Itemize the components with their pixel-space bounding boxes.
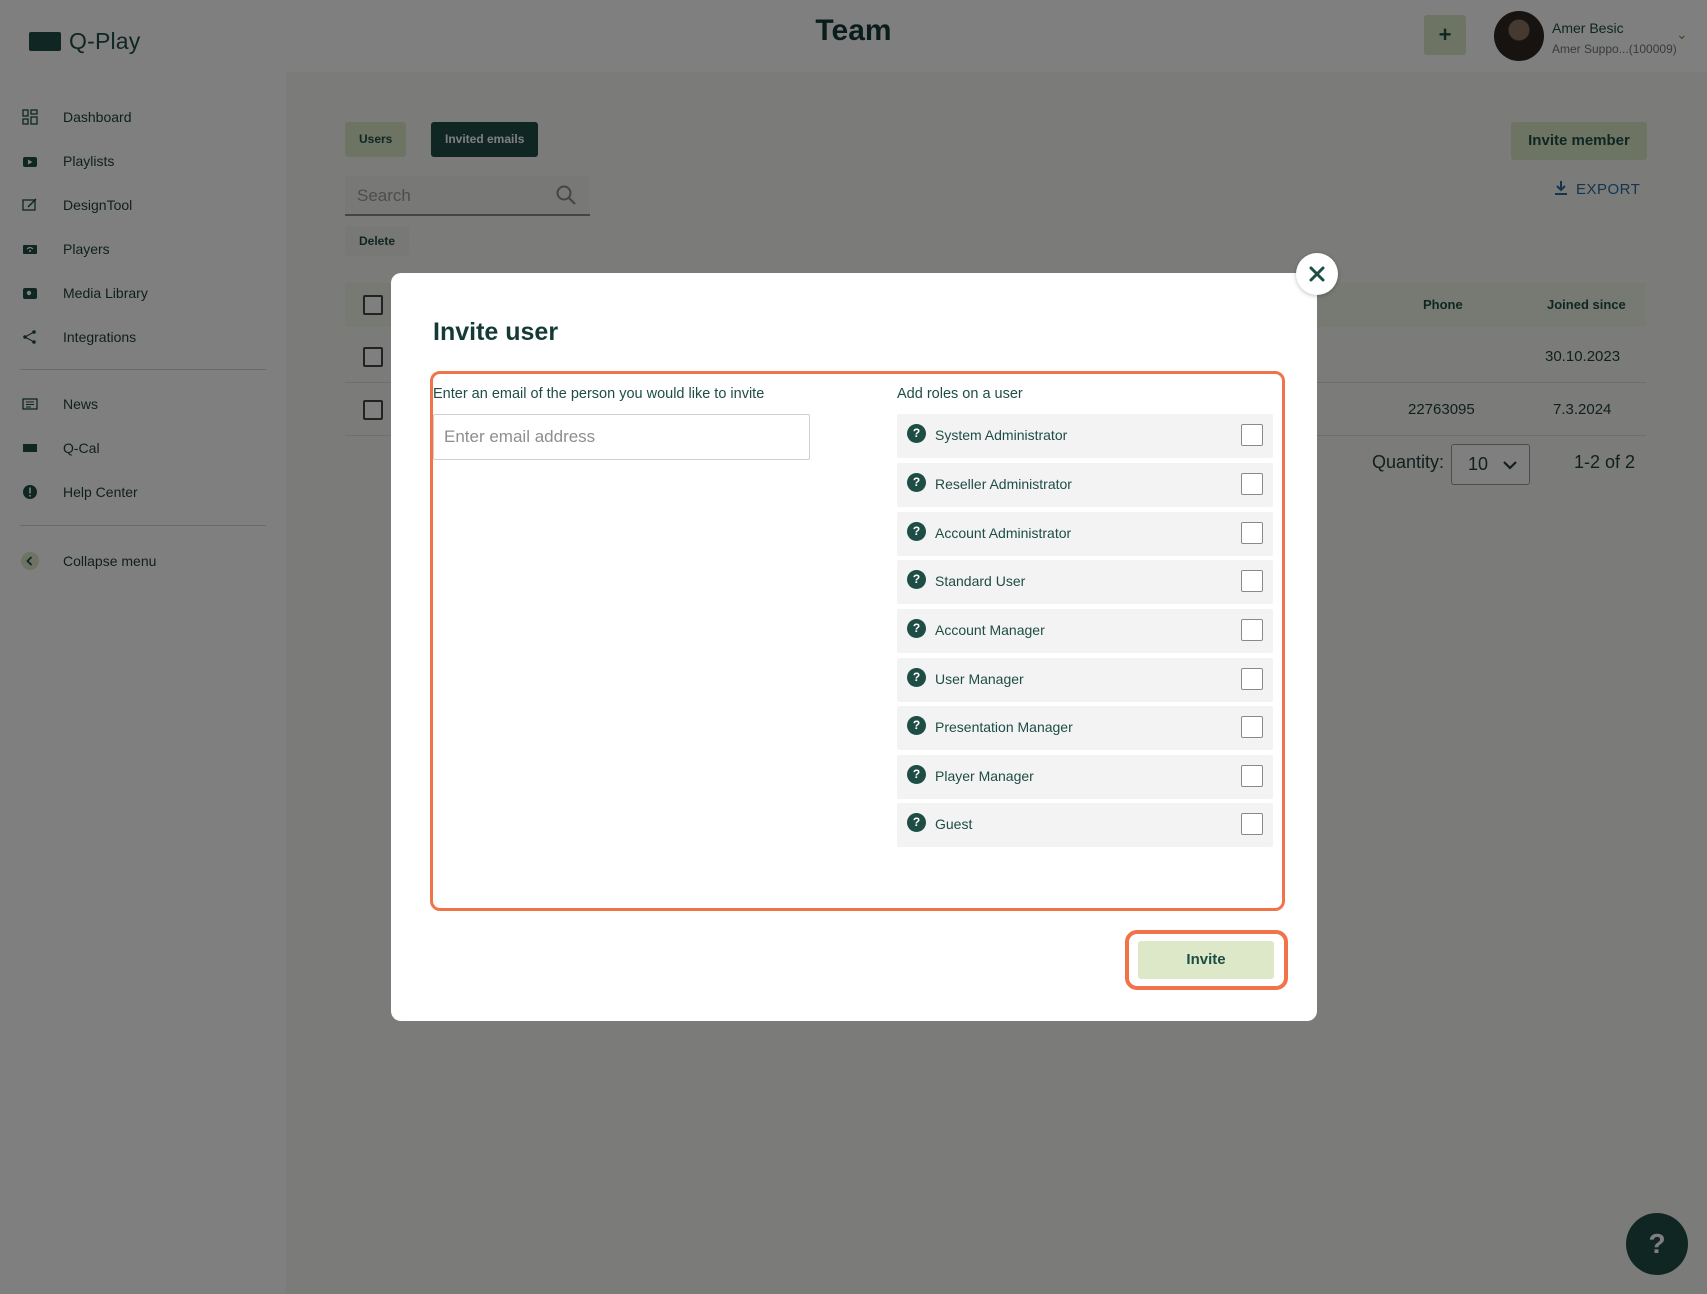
help-circle-icon[interactable]: ? (907, 570, 926, 589)
help-circle-icon[interactable]: ? (907, 765, 926, 784)
close-button[interactable] (1296, 253, 1338, 295)
role-checkbox[interactable] (1241, 522, 1263, 544)
email-label: Enter an email of the person you would l… (433, 386, 765, 402)
help-circle-icon[interactable]: ? (907, 424, 926, 443)
role-checkbox[interactable] (1241, 424, 1263, 446)
invite-button[interactable]: Invite (1138, 941, 1274, 979)
role-row-guest[interactable]: ? Guest (897, 803, 1273, 847)
close-icon (1309, 266, 1325, 282)
role-row-standard-user[interactable]: ? Standard User (897, 560, 1273, 604)
role-row-user-manager[interactable]: ? User Manager (897, 658, 1273, 702)
role-checkbox[interactable] (1241, 570, 1263, 592)
email-placeholder: Enter email address (444, 427, 596, 446)
help-circle-icon[interactable]: ? (907, 813, 926, 832)
email-field[interactable]: Enter email address (433, 414, 810, 460)
role-name: Account Manager (935, 622, 1045, 638)
role-row-system-administrator[interactable]: ? System Administrator (897, 414, 1273, 458)
role-name: Player Manager (935, 768, 1034, 784)
role-name: Presentation Manager (935, 719, 1073, 735)
role-checkbox[interactable] (1241, 473, 1263, 495)
help-circle-icon[interactable]: ? (907, 473, 926, 492)
help-circle-icon[interactable]: ? (907, 619, 926, 638)
role-row-player-manager[interactable]: ? Player Manager (897, 755, 1273, 799)
dialog-title: Invite user (433, 318, 559, 346)
help-circle-icon[interactable]: ? (907, 716, 926, 735)
role-row-account-administrator[interactable]: ? Account Administrator (897, 512, 1273, 556)
role-checkbox[interactable] (1241, 813, 1263, 835)
role-row-reseller-administrator[interactable]: ? Reseller Administrator (897, 463, 1273, 507)
role-name: User Manager (935, 671, 1024, 687)
role-name: Account Administrator (935, 525, 1072, 541)
role-checkbox[interactable] (1241, 619, 1263, 641)
role-row-account-manager[interactable]: ? Account Manager (897, 609, 1273, 653)
role-name: Standard User (935, 573, 1026, 589)
role-name: Guest (935, 816, 973, 832)
help-circle-icon[interactable]: ? (907, 668, 926, 687)
help-circle-icon[interactable]: ? (907, 522, 926, 541)
role-checkbox[interactable] (1241, 716, 1263, 738)
role-checkbox[interactable] (1241, 765, 1263, 787)
role-name: Reseller Administrator (935, 476, 1072, 492)
role-checkbox[interactable] (1241, 668, 1263, 690)
role-name: System Administrator (935, 427, 1068, 443)
role-row-presentation-manager[interactable]: ? Presentation Manager (897, 706, 1273, 750)
roles-label: Add roles on a user (897, 386, 1023, 402)
